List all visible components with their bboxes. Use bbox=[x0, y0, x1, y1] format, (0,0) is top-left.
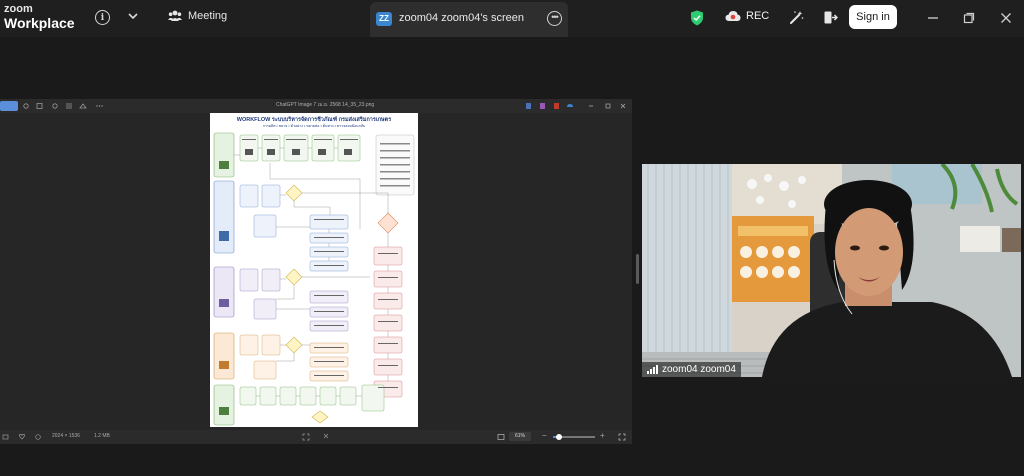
share-screen-tab[interactable]: ZZ zoom04 zoom04's screen ••• bbox=[370, 2, 568, 37]
record-button[interactable]: REC bbox=[725, 10, 769, 22]
image-file-size: 1.2 MB bbox=[94, 433, 110, 439]
rec-label: REC bbox=[746, 10, 770, 22]
viewer-window-title: ChatGPT Image 7 เม.ย. 2568 14_35_23.png bbox=[276, 102, 375, 108]
viewer-window-controls[interactable] bbox=[524, 102, 630, 110]
actual-size-icon[interactable] bbox=[497, 433, 505, 441]
participant-video-tile[interactable]: zoom04 zoom04 bbox=[642, 164, 1021, 377]
zoom-level-select[interactable]: 61% bbox=[509, 432, 531, 441]
zoom-slider-knob[interactable] bbox=[556, 434, 563, 440]
participant-name: zoom04 zoom04 bbox=[662, 364, 736, 375]
viewer-tool-active[interactable] bbox=[0, 101, 18, 111]
participants-icon bbox=[168, 10, 182, 21]
viewer-tool-icons[interactable] bbox=[22, 102, 122, 110]
meeting-label: Meeting bbox=[188, 10, 228, 22]
signal-strength-icon bbox=[647, 365, 658, 374]
more-options-icon[interactable]: ••• bbox=[547, 11, 562, 26]
participant-name-tag: zoom04 zoom04 bbox=[642, 362, 741, 377]
shared-screen: ChatGPT Image 7 เม.ย. 2568 14_35_23.png … bbox=[0, 99, 632, 444]
image-viewer-statusbar: 2024 × 1536 1.2 MB 61% − + bbox=[0, 430, 632, 444]
meeting-tab[interactable]: Meeting bbox=[168, 10, 227, 22]
fit-screen-icons[interactable] bbox=[302, 433, 332, 441]
workflow-image: WORKFLOW ระบบบริหารจัดการชีวภัณฑ์ กรมส่ง… bbox=[210, 113, 418, 427]
zoom-slider[interactable] bbox=[553, 434, 595, 440]
logo-line-1: zoom bbox=[4, 3, 33, 15]
share-tab-title: zoom04 zoom04's screen bbox=[399, 12, 524, 24]
sign-in-button[interactable]: Sign in bbox=[849, 5, 897, 29]
cloud-record-icon bbox=[725, 11, 741, 21]
minimize-icon[interactable] bbox=[926, 11, 940, 25]
magic-wand-icon[interactable] bbox=[788, 9, 804, 25]
workflow-diagram bbox=[213, 132, 415, 426]
viewer-bottom-tools[interactable] bbox=[2, 433, 44, 441]
logo-line-2: Workplace bbox=[4, 15, 75, 31]
chevron-down-icon[interactable] bbox=[126, 8, 140, 24]
fullscreen-icon[interactable] bbox=[618, 433, 626, 441]
title-bar: zoom Workplace i Meeting ZZ zoom04 zoom0… bbox=[0, 0, 1024, 37]
panel-resize-handle[interactable] bbox=[636, 254, 639, 284]
participant-video-feed bbox=[642, 164, 1021, 377]
zoom-in-icon[interactable]: + bbox=[600, 431, 605, 440]
close-icon[interactable] bbox=[999, 11, 1013, 25]
exit-icon[interactable] bbox=[822, 9, 838, 25]
image-viewer-toolbar: ChatGPT Image 7 เม.ย. 2568 14_35_23.png bbox=[0, 99, 632, 113]
image-dimensions: 2024 × 1536 bbox=[52, 433, 80, 439]
share-avatar: ZZ bbox=[376, 12, 392, 26]
zoom-out-icon[interactable]: − bbox=[542, 431, 547, 440]
info-icon[interactable]: i bbox=[95, 10, 110, 25]
maximize-icon[interactable] bbox=[962, 11, 976, 25]
shield-check-icon[interactable] bbox=[689, 9, 704, 26]
zoom-workplace-logo: zoom Workplace bbox=[4, 3, 75, 31]
